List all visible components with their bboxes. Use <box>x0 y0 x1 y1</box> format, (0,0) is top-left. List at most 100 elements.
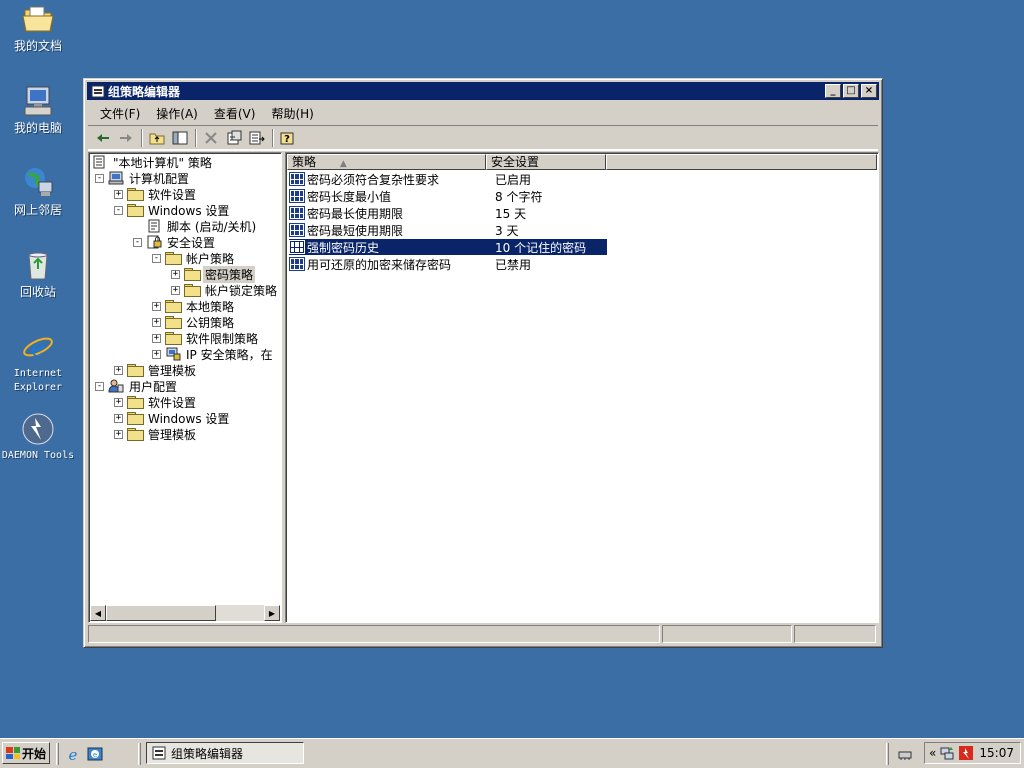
desktop-icon-daemon-tools[interactable]: DAEMON Tools <box>0 412 76 463</box>
list-row-history[interactable]: 强制密码历史 10 个记住的密码 <box>289 239 607 255</box>
collapse-icon[interactable]: - <box>95 173 104 183</box>
locked-folder-icon <box>165 299 181 313</box>
toolbar: ? <box>88 125 878 151</box>
policy-name: 密码必须符合复杂性要求 <box>307 172 440 187</box>
scroll-thumb[interactable] <box>106 605 216 621</box>
desktop-icon-network-places[interactable]: 网上邻居 <box>0 166 76 217</box>
tree-item-user-windows-settings[interactable]: + Windows 设置 <box>114 410 231 426</box>
collapse-icon[interactable]: - <box>95 381 104 391</box>
scroll-right-icon: ▶ <box>268 608 276 618</box>
minimize-button[interactable]: _ <box>825 84 841 98</box>
svg-text:e: e <box>69 746 78 762</box>
tree-item-account-policies[interactable]: - 帐户策略 <box>152 250 236 266</box>
network-icon[interactable] <box>939 745 955 761</box>
toolbar-separator <box>141 129 143 147</box>
column-header-setting[interactable]: 安全设置 <box>486 154 606 170</box>
expand-icon[interactable]: + <box>152 333 161 343</box>
tree-item-user-software-settings[interactable]: + 软件设置 <box>114 394 198 410</box>
tree-item-user-config[interactable]: - 用户配置 <box>95 378 179 394</box>
tree-item-software-restriction[interactable]: + 软件限制策略 <box>152 330 260 346</box>
delete-button[interactable] <box>200 127 222 149</box>
expand-icon[interactable]: + <box>114 365 123 375</box>
expand-icon[interactable]: + <box>152 349 161 359</box>
tree-item-ip-security[interactable]: + IP 安全策略，在 <box>152 346 275 362</box>
quicklaunch-ie[interactable]: e <box>64 745 82 763</box>
policy-name: 密码最长使用期限 <box>307 206 404 221</box>
policy-icon <box>289 206 305 220</box>
up-one-level-button[interactable] <box>146 127 168 149</box>
toolbar-grip[interactable] <box>138 743 141 765</box>
expand-icon[interactable]: + <box>171 285 180 295</box>
maximize-button[interactable]: □ <box>843 84 859 98</box>
close-button[interactable]: × <box>861 84 877 98</box>
list-row-min-length[interactable]: 密码长度最小值 8 个字符 <box>289 188 607 204</box>
menu-action[interactable]: 操作(A) <box>150 105 204 122</box>
taskbar-clock[interactable]: 15:07 <box>979 746 1014 760</box>
collapse-icon[interactable]: - <box>114 205 123 215</box>
desktop-icon-label: DAEMON Tools <box>1 450 75 461</box>
taskbar-item-group-policy[interactable]: 组策略编辑器 <box>146 742 304 764</box>
expand-icon[interactable]: + <box>152 301 161 311</box>
tree-item-public-key-policies[interactable]: + 公钥策略 <box>152 314 236 330</box>
toolbar-grip[interactable] <box>56 743 59 765</box>
show-hide-tree-button[interactable] <box>169 127 191 149</box>
tree-item-lockout-policy[interactable]: + 帐户锁定策略 <box>171 282 279 298</box>
menu-view[interactable]: 查看(V) <box>208 105 262 122</box>
desktop-icon-internet-explorer[interactable]: e Internet Explorer <box>0 330 76 395</box>
tree-item-admin-templates[interactable]: + 管理模板 <box>114 362 198 378</box>
desktop-icon-my-documents[interactable]: 我的文档 <box>0 2 76 53</box>
help-button[interactable]: ? <box>277 127 299 149</box>
toolbar-separator <box>195 129 197 147</box>
quicklaunch-outlook[interactable]: e <box>86 745 104 763</box>
scroll-right-button[interactable]: ▶ <box>264 605 280 621</box>
tree-item-password-policy[interactable]: + 密码策略 <box>171 265 256 283</box>
back-button[interactable] <box>92 127 114 149</box>
tree-item-computer-config[interactable]: - 计算机配置 <box>95 170 191 186</box>
list-row-complexity[interactable]: 密码必须符合复杂性要求 已启用 <box>289 171 607 187</box>
collapse-icon[interactable]: - <box>133 237 142 247</box>
menu-file[interactable]: 文件(F) <box>94 105 146 122</box>
tree-item-windows-settings[interactable]: - Windows 设置 <box>114 202 231 218</box>
policy-root-icon <box>92 155 108 169</box>
svg-text:e: e <box>93 751 97 759</box>
properties-button[interactable] <box>223 127 245 149</box>
close-icon: × <box>864 85 874 96</box>
desktop-icon-my-computer[interactable]: 我的电脑 <box>0 84 76 135</box>
locked-folder-icon <box>184 267 200 281</box>
daemon-tray-icon[interactable] <box>958 745 974 761</box>
toolbar-grip[interactable] <box>886 743 889 765</box>
help-icon: ? <box>280 132 294 145</box>
expand-icon[interactable]: + <box>114 413 123 423</box>
svg-text:?: ? <box>284 134 290 145</box>
expand-icon[interactable]: + <box>114 189 123 199</box>
locked-folder-icon <box>165 251 181 265</box>
tree-item-user-admin-templates[interactable]: + 管理模板 <box>114 426 198 442</box>
menu-help[interactable]: 帮助(H) <box>265 105 319 122</box>
expand-tray-icon[interactable]: « <box>929 746 936 760</box>
list-row-reversible-encryption[interactable]: 用可还原的加密来储存密码 已禁用 <box>289 256 607 272</box>
desktop-icon-recycle-bin[interactable]: 回收站 <box>0 248 76 299</box>
forward-button[interactable] <box>115 127 137 149</box>
tree-item-security-settings[interactable]: - 安全设置 <box>133 234 217 250</box>
tree-item-software-settings[interactable]: + 软件设置 <box>114 186 198 202</box>
list-row-min-age[interactable]: 密码最短使用期限 3 天 <box>289 222 607 238</box>
expand-icon[interactable]: + <box>171 269 180 279</box>
tree-item-local-policies[interactable]: + 本地策略 <box>152 298 236 314</box>
folder-icon <box>127 187 143 201</box>
expand-icon[interactable]: + <box>114 429 123 439</box>
list-row-max-age[interactable]: 密码最长使用期限 15 天 <box>289 205 607 221</box>
tree-item-root[interactable]: "本地计算机" 策略 <box>92 154 214 170</box>
expand-icon[interactable]: + <box>114 397 123 407</box>
tree-item-scripts[interactable]: 脚本 (启动/关机) <box>133 218 258 234</box>
start-button[interactable]: 开始 <box>2 742 50 764</box>
folder-icon <box>127 363 143 377</box>
column-header-policy[interactable]: 策略 ▲ <box>287 154 486 170</box>
collapse-icon[interactable]: - <box>152 253 161 263</box>
scroll-left-button[interactable]: ◀ <box>90 605 106 621</box>
tree-horizontal-scrollbar[interactable]: ◀ ▶ <box>90 605 280 621</box>
window-titlebar[interactable]: 组策略编辑器 _ □ × <box>87 82 879 100</box>
tray-network-adapter[interactable] <box>896 745 914 763</box>
expand-icon[interactable]: + <box>152 317 161 327</box>
properties-icon <box>227 130 242 145</box>
export-list-button[interactable] <box>246 127 268 149</box>
